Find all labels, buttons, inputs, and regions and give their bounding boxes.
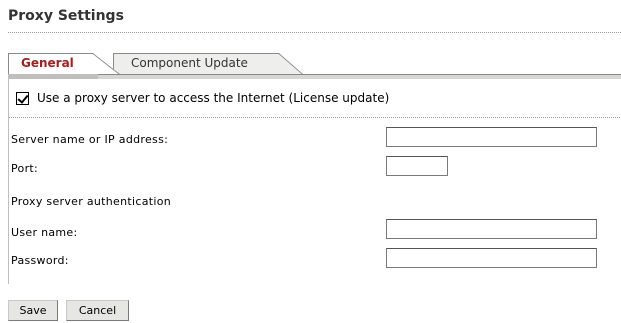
- port-label: Port:: [11, 162, 39, 175]
- section-divider: [9, 117, 621, 118]
- server-label: Server name or IP address:: [11, 133, 169, 146]
- server-input[interactable]: [386, 127, 597, 147]
- general-tab-panel: Use a proxy server to access the Interne…: [8, 79, 621, 284]
- tab-component-update[interactable]: Component Update: [113, 53, 303, 74]
- tab-bar: Component Update General: [8, 53, 621, 74]
- tab-general[interactable]: General: [8, 53, 120, 74]
- use-proxy-checkbox[interactable]: [16, 91, 29, 105]
- username-input[interactable]: [386, 219, 597, 239]
- save-button[interactable]: Save: [8, 300, 58, 321]
- title-divider: [8, 32, 621, 33]
- username-label: User name:: [11, 226, 78, 239]
- auth-heading: Proxy server authentication: [11, 195, 172, 208]
- port-input[interactable]: [386, 156, 448, 176]
- cancel-button[interactable]: Cancel: [66, 300, 129, 321]
- password-label: Password:: [11, 254, 69, 267]
- password-input[interactable]: [386, 248, 597, 268]
- use-proxy-label: Use a proxy server to access the Interne…: [37, 91, 390, 105]
- use-proxy-row: Use a proxy server to access the Interne…: [9, 90, 389, 106]
- page-title: Proxy Settings: [8, 8, 124, 24]
